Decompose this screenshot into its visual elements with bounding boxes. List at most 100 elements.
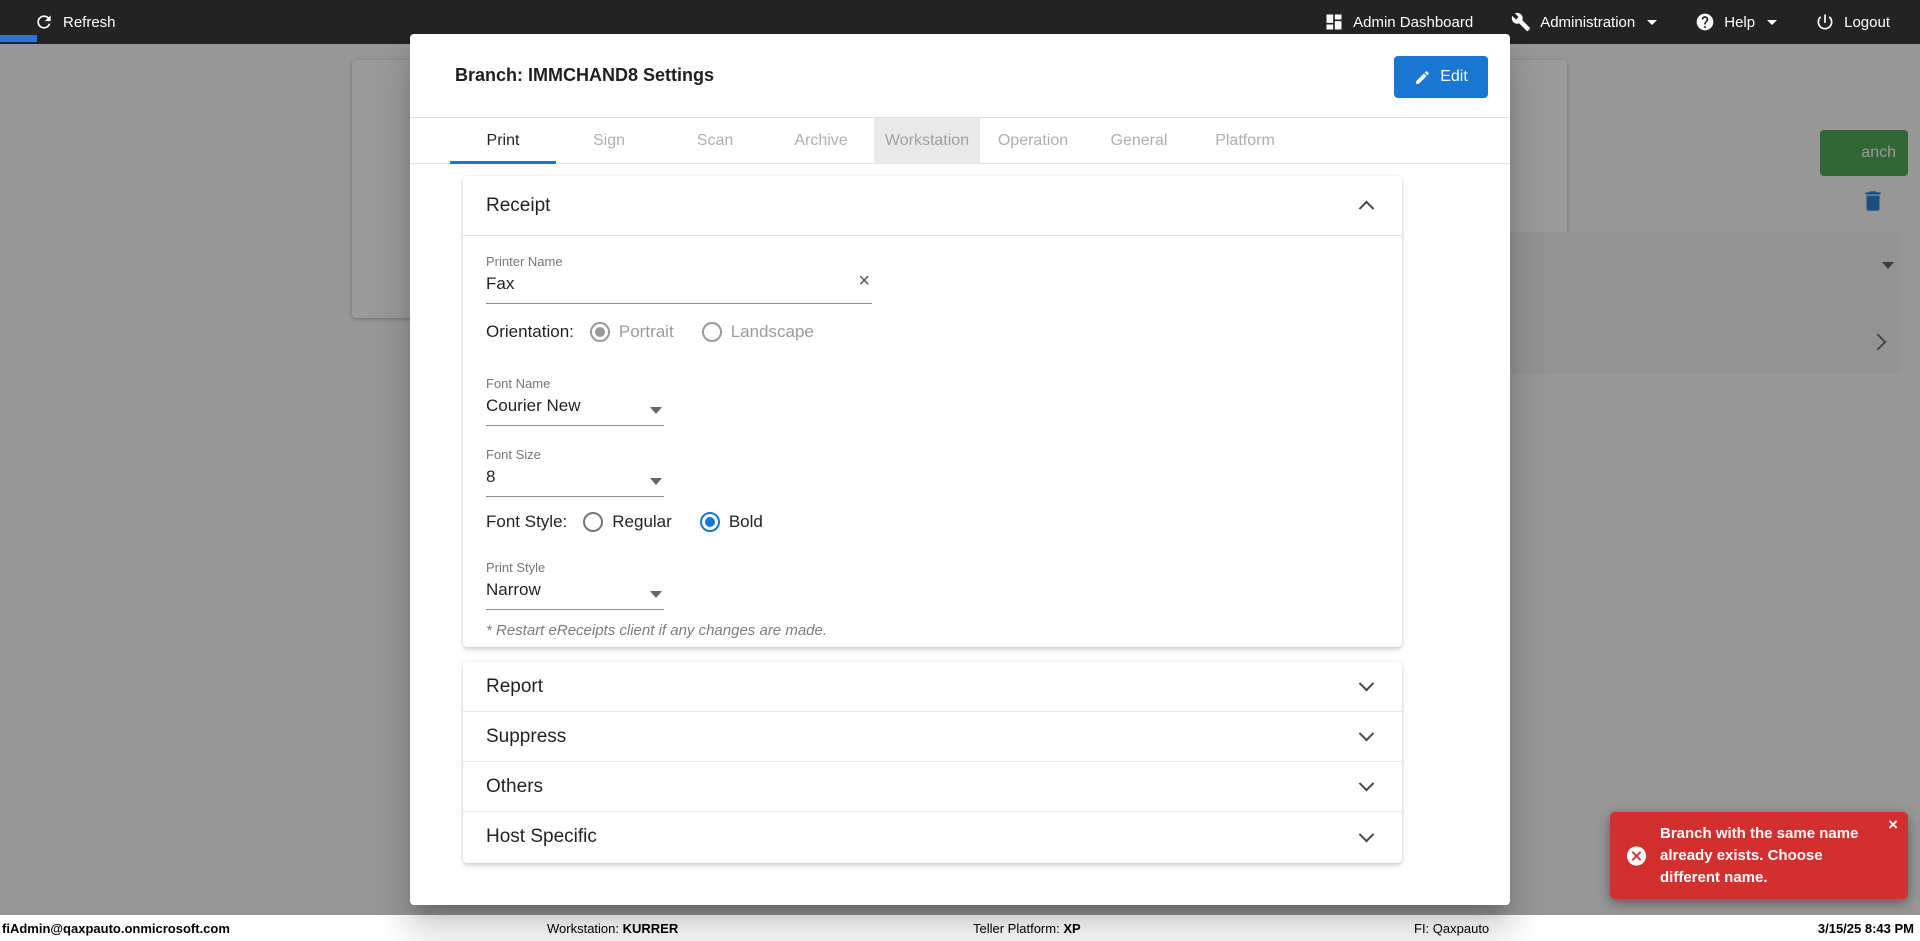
logout-label: Logout [1844, 14, 1890, 31]
platform-label: Teller Platform: [973, 921, 1063, 936]
error-toast: Branch with the same name already exists… [1610, 812, 1908, 899]
tab-label: Workstation [885, 132, 969, 150]
edit-button-label: Edit [1440, 68, 1468, 86]
tab-print[interactable]: Print [450, 118, 556, 163]
tab-label: Operation [998, 132, 1068, 150]
printer-name-value: Fax × [486, 274, 872, 304]
radio-icon [702, 322, 722, 342]
tab-platform[interactable]: Platform [1192, 118, 1298, 163]
receipt-panel-body: Printer Name Fax × Orientation: Portrait [463, 236, 1402, 646]
radio-icon [583, 512, 603, 532]
edit-button[interactable]: Edit [1394, 56, 1488, 98]
branch-settings-dialog: Branch: IMMCHAND8 Settings Edit Print Si… [410, 34, 1510, 905]
portrait-label: Portrait [619, 322, 674, 342]
refresh-button[interactable]: Refresh [34, 12, 116, 32]
dialog-title: Branch: IMMCHAND8 Settings [455, 65, 714, 86]
collapsed-panels: Report Suppress Others Host Specific [463, 662, 1402, 863]
active-tab-indicator [450, 161, 556, 164]
report-panel-header[interactable]: Report [463, 662, 1402, 712]
tab-label: Archive [794, 132, 847, 150]
font-name-select[interactable]: Font Name Courier New [486, 376, 664, 426]
error-icon [1625, 844, 1648, 867]
administration-menu[interactable]: Administration [1511, 12, 1657, 32]
tab-scan[interactable]: Scan [662, 118, 768, 163]
font-size-select[interactable]: Font Size 8 [486, 447, 664, 497]
dropdown-arrow-icon [650, 478, 662, 485]
tab-label: Sign [593, 132, 625, 150]
wrench-icon [1511, 12, 1531, 32]
workstation-info: Workstation: KURRER [547, 921, 678, 936]
tab-content: Receipt Printer Name Fax × Orientation: [410, 165, 1510, 905]
receipt-panel-header[interactable]: Receipt [463, 176, 1402, 236]
others-panel-header[interactable]: Others [463, 762, 1402, 812]
status-bar: fiAdmin@qaxpauto.onmicrosoft.com Worksta… [0, 915, 1920, 941]
print-style-select[interactable]: Print Style Narrow [486, 560, 664, 610]
teller-platform-info: Teller Platform: XP [973, 921, 1081, 936]
close-icon[interactable]: × [1888, 815, 1898, 835]
help-menu[interactable]: Help [1695, 12, 1777, 32]
orientation-group: Orientation: Portrait Landscape [486, 322, 842, 342]
font-style-bold-option[interactable]: Bold [700, 512, 763, 532]
clear-icon[interactable]: × [858, 271, 870, 291]
font-name-text: Courier New [486, 396, 580, 415]
font-size-label: Font Size [486, 447, 664, 462]
fi-info: FI: Qaxpauto [1414, 921, 1489, 936]
expand-icon [1359, 776, 1375, 792]
datetime: 3/15/25 8:43 PM [1818, 921, 1914, 936]
dropdown-arrow-icon [650, 407, 662, 414]
others-panel-title: Others [486, 776, 543, 798]
regular-label: Regular [612, 512, 672, 532]
printer-name-text: Fax [486, 274, 514, 293]
font-style-group: Font Style: Regular Bold [486, 512, 791, 532]
orientation-portrait-option[interactable]: Portrait [590, 322, 674, 342]
radio-icon [700, 512, 720, 532]
dropdown-arrow-icon [650, 591, 662, 598]
font-name-value: Courier New [486, 396, 664, 426]
radio-icon [590, 322, 610, 342]
tab-label: General [1111, 132, 1168, 150]
font-name-label: Font Name [486, 376, 664, 391]
font-size-value: 8 [486, 467, 664, 497]
expand-icon [1359, 826, 1375, 842]
tab-general[interactable]: General [1086, 118, 1192, 163]
fi-label: FI: [1414, 921, 1433, 936]
host-specific-panel-title: Host Specific [486, 826, 597, 848]
logout-button[interactable]: Logout [1815, 12, 1890, 32]
print-style-label: Print Style [486, 560, 664, 575]
bold-label: Bold [729, 512, 763, 532]
receipt-panel: Receipt Printer Name Fax × Orientation: [463, 176, 1402, 647]
help-icon [1695, 12, 1715, 32]
admin-dashboard-button[interactable]: Admin Dashboard [1324, 12, 1473, 32]
help-label: Help [1724, 14, 1755, 31]
orientation-label: Orientation: [486, 322, 574, 342]
suppress-panel-header[interactable]: Suppress [463, 712, 1402, 762]
refresh-icon [34, 12, 54, 32]
print-style-value: Narrow [486, 580, 664, 610]
printer-name-label: Printer Name [486, 254, 872, 269]
chevron-down-icon [1647, 20, 1657, 25]
workstation-label: Workstation: [547, 921, 623, 936]
font-size-text: 8 [486, 467, 495, 486]
toast-message: Branch with the same name already exists… [1660, 823, 1882, 888]
page: IMMC anch Refresh [0, 0, 1920, 941]
tab-workstation[interactable]: Workstation [874, 118, 980, 163]
chevron-down-icon [1767, 20, 1777, 25]
refresh-label: Refresh [63, 14, 116, 31]
tab-operation[interactable]: Operation [980, 118, 1086, 163]
tab-sign[interactable]: Sign [556, 118, 662, 163]
tab-archive[interactable]: Archive [768, 118, 874, 163]
tab-label: Print [487, 132, 520, 150]
receipt-panel-title: Receipt [486, 195, 550, 217]
tab-label: Platform [1215, 132, 1275, 150]
host-specific-panel-header[interactable]: Host Specific [463, 812, 1402, 862]
expand-icon [1359, 676, 1375, 692]
orientation-landscape-option[interactable]: Landscape [702, 322, 814, 342]
administration-label: Administration [1540, 14, 1635, 31]
report-panel-title: Report [486, 676, 543, 698]
settings-tabbar: Print Sign Scan Archive Workstation Oper… [410, 118, 1510, 164]
user-email: fiAdmin@qaxpauto.onmicrosoft.com [2, 921, 230, 936]
printer-name-field[interactable]: Printer Name Fax × [486, 254, 872, 304]
dashboard-icon [1324, 12, 1344, 32]
fi-value: Qaxpauto [1433, 921, 1489, 936]
font-style-regular-option[interactable]: Regular [583, 512, 672, 532]
